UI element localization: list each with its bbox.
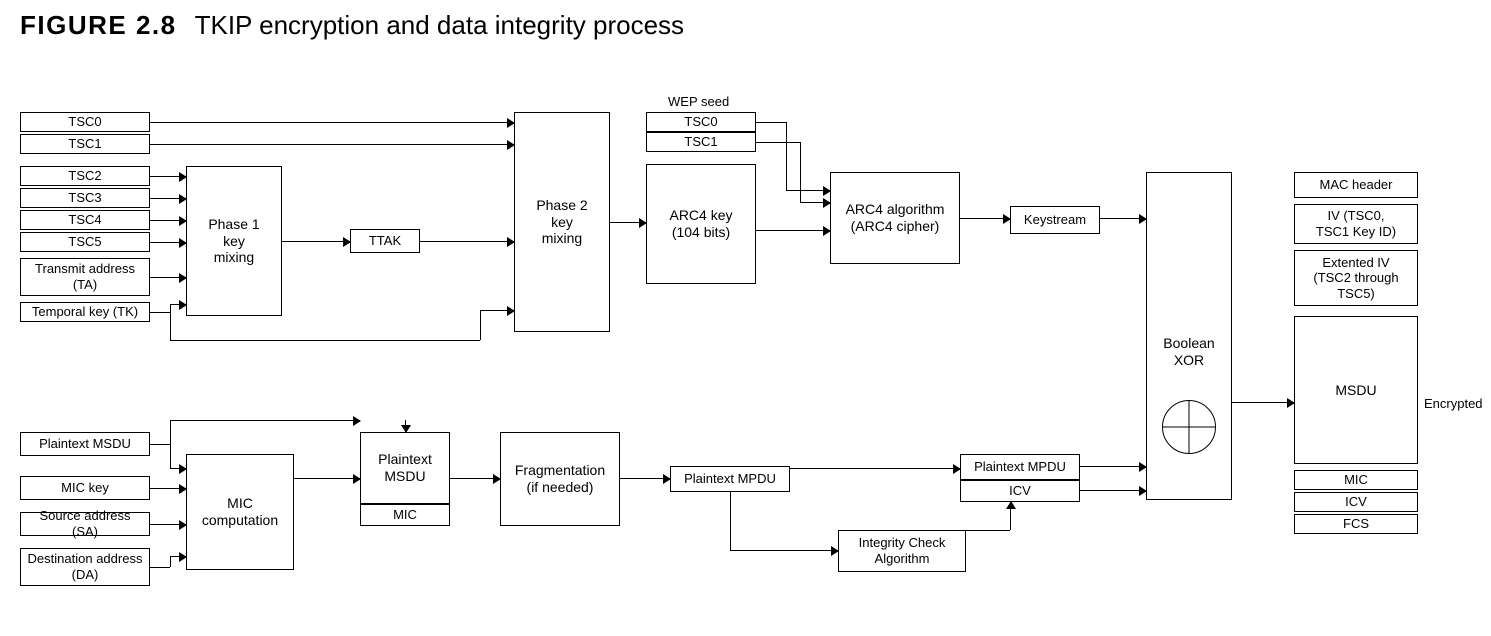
arrow-pmsdu-mic xyxy=(170,468,186,469)
out-mac-header: MAC header xyxy=(1294,172,1418,198)
line-tk-h2 xyxy=(170,340,480,341)
keystream-box: Keystream xyxy=(1010,206,1100,234)
line-pmsdu-h1 xyxy=(150,444,170,445)
line-seed1-h xyxy=(756,142,800,143)
fragmentation-box: Fragmentation(if needed) xyxy=(500,432,620,526)
line-tk-v2 xyxy=(480,310,481,340)
arrow-tsc3 xyxy=(150,198,186,199)
xor-icon xyxy=(1162,400,1216,454)
arrow-phase1-ttak xyxy=(282,241,350,242)
input-ta: Transmit address (TA) xyxy=(20,258,150,296)
input-tsc2: TSC2 xyxy=(20,166,150,186)
out-mic: MIC xyxy=(1294,470,1418,490)
line-seed0-v xyxy=(786,122,787,190)
arrow-tsc0-phase2 xyxy=(150,122,514,123)
arrow-seed0-arc4 xyxy=(786,190,830,191)
phase1-box: Phase 1keymixing xyxy=(186,166,282,316)
arrow-phase2-arc4key xyxy=(610,222,646,223)
arrow-tsc5 xyxy=(150,242,186,243)
arrow-tk-phase1 xyxy=(170,304,186,305)
line-pmsdu-into-box xyxy=(405,420,406,432)
arrow-pmsdu-direct xyxy=(170,420,360,421)
mic-computation-box: MICcomputation xyxy=(186,454,294,570)
line-seed1-v xyxy=(800,142,801,202)
arrow-keystream-xor xyxy=(1100,218,1146,219)
out-eiv: Extented IV(TSC2 throughTSC5) xyxy=(1294,250,1418,306)
integrity-check-box: Integrity CheckAlgorithm xyxy=(838,530,966,572)
arc4key-box: ARC4 key(104 bits) xyxy=(646,164,756,284)
arrow-tsc1-phase2 xyxy=(150,144,514,145)
line-pmsdu-v xyxy=(170,420,171,468)
line-da-h xyxy=(150,567,170,568)
line-da-v xyxy=(170,556,171,567)
input-tsc5: TSC5 xyxy=(20,232,150,252)
arrow-ta xyxy=(150,277,186,278)
arrow-tsc2 xyxy=(150,176,186,177)
arrow-mpdu-mpduicv xyxy=(790,468,960,469)
arrow-integrity-icv xyxy=(1010,502,1011,530)
wepseed-tsc1: TSC1 xyxy=(646,132,756,152)
arc4-algorithm-box: ARC4 algorithm(ARC4 cipher) xyxy=(830,172,960,264)
line-tk-h1 xyxy=(150,312,170,313)
arrow-seed1-arc4 xyxy=(800,202,830,203)
mpdu-box-2: Plaintext MPDU xyxy=(960,454,1080,480)
arrow-icv-xor xyxy=(1080,490,1146,491)
input-tsc3: TSC3 xyxy=(20,188,150,208)
input-tk: Temporal key (TK) xyxy=(20,302,150,322)
arrow-mpdu2-xor xyxy=(1080,466,1146,467)
arrow-sa xyxy=(150,524,186,525)
input-tsc0: TSC0 xyxy=(20,112,150,132)
out-fcs: FCS xyxy=(1294,514,1418,534)
input-plaintext-msdu: Plaintext MSDU xyxy=(20,432,150,456)
arrow-xor-output xyxy=(1232,402,1294,403)
out-iv: IV (TSC0,TSC1 Key ID) xyxy=(1294,204,1418,244)
arrow-mickey xyxy=(150,488,186,489)
arrow-stack-frag xyxy=(450,478,500,479)
arrow-mpdu-integrity xyxy=(730,550,838,551)
line-tk-v1 xyxy=(170,304,171,312)
line-integrity-h xyxy=(966,530,1010,531)
wepseed-tsc0: TSC0 xyxy=(646,112,756,132)
phase2-box: Phase 2keymixing xyxy=(514,112,610,332)
arrow-arc4key-arc4 xyxy=(756,230,830,231)
input-sa: Source address (SA) xyxy=(20,512,150,536)
arrow-frag-mpdu xyxy=(620,478,670,479)
arrow-ttak-phase2 xyxy=(420,241,514,242)
arrow-arc4-keystream xyxy=(960,218,1010,219)
line-tk-down xyxy=(170,312,171,340)
input-tsc4: TSC4 xyxy=(20,210,150,230)
arrow-tsc4 xyxy=(150,220,186,221)
figure-title: FIGURE 2.8TKIP encryption and data integ… xyxy=(20,10,684,41)
mic-box: MIC xyxy=(360,504,450,526)
arrow-da xyxy=(170,556,186,557)
wep-seed-label: WEP seed xyxy=(668,94,729,109)
encrypted-label: Encrypted xyxy=(1424,396,1483,411)
plaintext-mpdu-box: Plaintext MPDU xyxy=(670,466,790,492)
arrow-tk-phase2 xyxy=(480,310,514,311)
out-msdu: MSDU xyxy=(1294,316,1418,464)
ttak-box: TTAK xyxy=(350,229,420,253)
input-mic-key: MIC key xyxy=(20,476,150,500)
icv-box: ICV xyxy=(960,480,1080,502)
input-tsc1: TSC1 xyxy=(20,134,150,154)
line-mpdu-down xyxy=(730,492,731,550)
plaintext-msdu-box: PlaintextMSDU xyxy=(360,432,450,504)
out-icv: ICV xyxy=(1294,492,1418,512)
arrow-miccomp-stack xyxy=(294,478,360,479)
line-seed0-h xyxy=(756,122,786,123)
input-da: Destination address (DA) xyxy=(20,548,150,586)
